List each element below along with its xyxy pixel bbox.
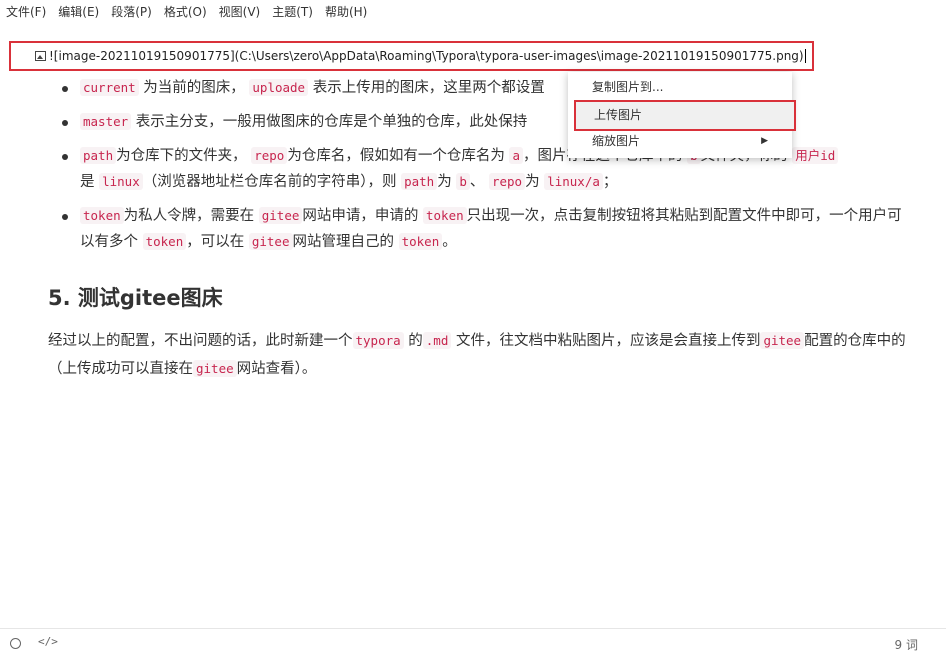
image-icon	[35, 51, 46, 61]
paragraph-text: 文件，往文档中粘贴图片，应该是会直接上传到	[455, 333, 761, 349]
menu-item-label: 缩放图片	[592, 134, 641, 148]
text-caret	[804, 49, 806, 63]
list-text: 为	[525, 174, 540, 190]
menu-file[interactable]: 文件(F)	[6, 3, 46, 20]
status-bar: </> 9 词	[0, 628, 946, 658]
inline-code: path	[80, 147, 117, 164]
menu-edit[interactable]: 编辑(E)	[58, 3, 99, 20]
list-text: 为私人令牌，需要在	[123, 208, 255, 224]
paragraph-text: 的	[408, 333, 423, 349]
upload-image-menu-item[interactable]: 上传图片	[574, 100, 796, 131]
paragraph: 经过以上的配置，不出问题的话，此时新建一个 typora 的 .md 文件，往文档中…	[48, 327, 908, 383]
inline-code: typora	[352, 332, 404, 349]
inline-code: linux/a	[544, 173, 603, 190]
context-menu: 复制图片到... 上传图片 缩放图片 ▶	[568, 72, 796, 158]
list-text: ，可以在	[186, 234, 245, 250]
inline-code: repo	[488, 173, 526, 190]
list-text: 网站申请，申请的	[302, 208, 419, 224]
inline-code: linux	[99, 173, 143, 190]
menu-help[interactable]: 帮助(H)	[325, 3, 367, 20]
list-text: 表示上传用的图床，这里两个都设置	[312, 80, 545, 96]
inline-code: .md	[422, 332, 452, 349]
list-text: 为仓库下的文件夹，	[116, 148, 247, 164]
list-text: 。	[442, 234, 457, 250]
list-text: （浏览器地址栏仓库名前的字符串），则	[142, 174, 397, 190]
list-text: 表示主分支，一般用做图床的仓库是个单独的仓库，此处保持	[135, 114, 528, 130]
list-text: 为	[437, 174, 452, 190]
inline-code: 用户id	[792, 147, 839, 164]
inline-code: gitee	[248, 233, 293, 250]
section-heading: 5. 测试gitee图床	[48, 286, 223, 310]
inline-code: gitee	[258, 207, 303, 224]
menu-view[interactable]: 视图(V)	[219, 3, 261, 20]
inline-code: uploade	[249, 79, 309, 96]
menu-paragraph[interactable]: 段落(P)	[111, 3, 152, 20]
inline-code: current	[80, 79, 139, 96]
menu-item-label: 复制图片到...	[592, 80, 664, 94]
submenu-arrow-icon: ▶	[761, 136, 768, 146]
paragraph-text: 经过以上的配置，不出问题的话，此时新建一个	[48, 333, 353, 349]
list-text: ；	[602, 174, 618, 190]
inline-code: b	[456, 173, 470, 190]
image-markdown-source[interactable]: ![image-20211019150901775](C:\Users\zero…	[49, 49, 804, 63]
list-text: 是	[80, 174, 95, 190]
image-source-line[interactable]: ![image-20211019150901775](C:\Users\zero…	[9, 41, 814, 71]
list-text: 为仓库名，假如如有一个仓库名为	[287, 148, 505, 164]
list-text: 网站管理自己的	[292, 234, 395, 250]
menu-theme[interactable]: 主题(T)	[272, 3, 313, 20]
inline-code: token	[423, 207, 467, 224]
list-text: 、	[469, 174, 485, 190]
menu-format[interactable]: 格式(O)	[164, 3, 207, 20]
inline-code: a	[509, 147, 523, 164]
inline-code: gitee	[760, 332, 805, 349]
paragraph-text: 网站查看）。	[236, 361, 317, 377]
inline-code: token	[398, 233, 443, 250]
inline-code: token	[142, 233, 187, 250]
menu-bar: 文件(F) 编辑(E) 段落(P) 格式(O) 视图(V) 主题(T) 帮助(H…	[0, 0, 946, 22]
word-count[interactable]: 9 词	[895, 636, 918, 653]
copy-image-to-menu-item[interactable]: 复制图片到...	[568, 75, 792, 99]
inline-code: master	[80, 113, 132, 130]
source-code-toggle-icon[interactable]: </>	[38, 635, 58, 648]
inline-code: path	[401, 173, 438, 190]
list-item: token 为私人令牌，需要在 gitee 网站申请，申请的 token 只出现一次，…	[48, 203, 908, 255]
inline-code: repo	[251, 147, 288, 164]
inline-code: gitee	[193, 360, 237, 377]
list-text: 为当前的图床，	[143, 80, 245, 96]
menu-item-label: 上传图片	[594, 108, 643, 122]
outline-toggle-icon[interactable]	[10, 638, 21, 649]
inline-code: token	[80, 207, 124, 224]
zoom-image-menu-item[interactable]: 缩放图片 ▶	[568, 129, 792, 153]
